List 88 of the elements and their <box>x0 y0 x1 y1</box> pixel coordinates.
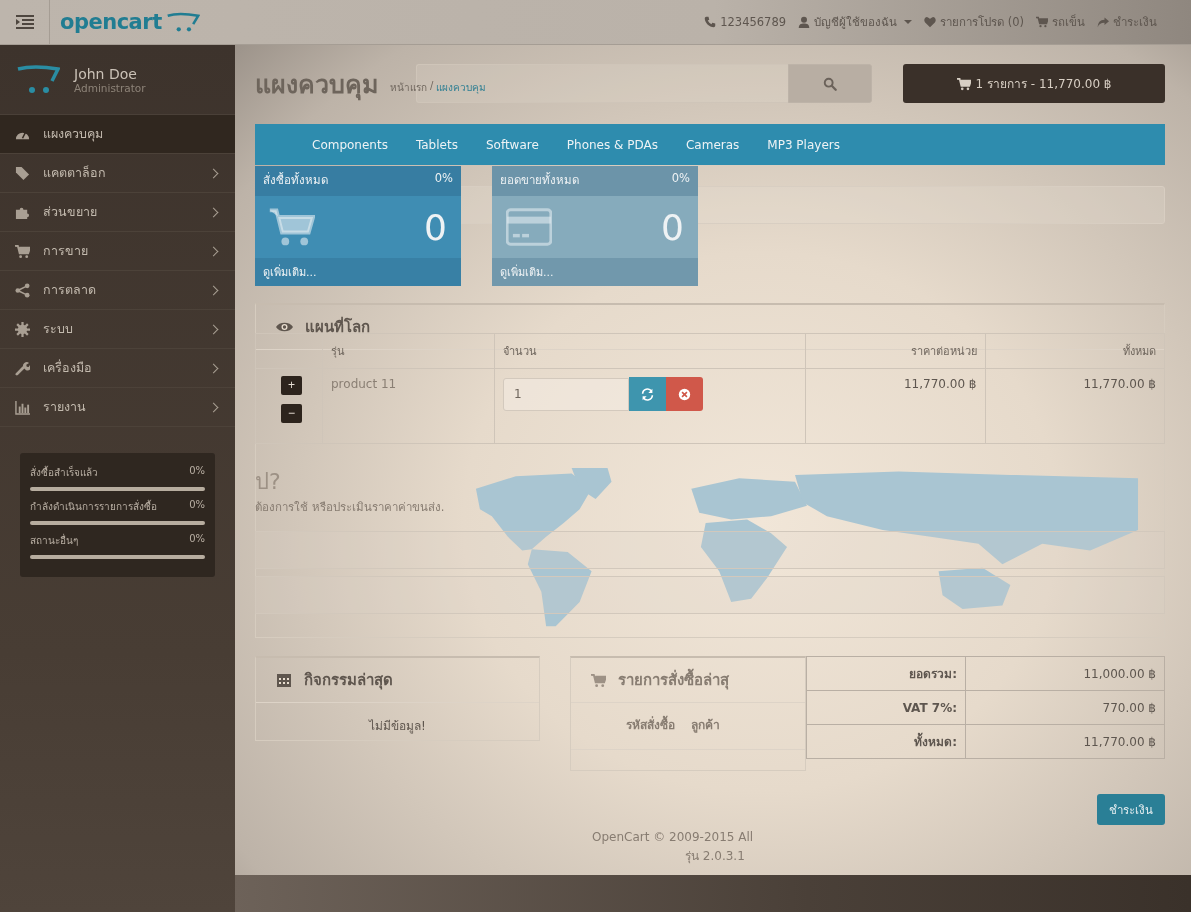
total-value: 11,000.00 ฿ <box>965 656 1165 691</box>
stat-label: สถานะอื่นๆ <box>30 533 78 548</box>
header-link[interactable]: ชำระเงิน <box>1097 13 1157 31</box>
stat-tile[interactable]: ยอดขายทั้งหมด 0% 0 ดูเพิ่มเติม... <box>492 166 698 286</box>
share-icon <box>15 282 30 298</box>
caret-icon <box>904 20 913 24</box>
search-icon <box>823 76 837 91</box>
footer-text: รุ่น 2.0.3.1 <box>685 848 745 866</box>
total-value: 770.00 ฿ <box>965 690 1165 725</box>
checkout-button[interactable]: ชำระเงิน <box>1097 794 1165 825</box>
share-arrow-icon <box>1097 16 1109 28</box>
category-link[interactable]: Tablets <box>415 137 458 152</box>
cart-icon <box>269 207 315 247</box>
total-label: ยอดรวม: <box>806 656 966 691</box>
header-link[interactable]: บัญชีผู้ใช้ของฉัน <box>798 13 913 31</box>
table-header: จำนวน <box>494 333 806 369</box>
tag-icon <box>15 165 30 181</box>
sidebar-item[interactable]: ระบบ <box>0 310 235 349</box>
header-link[interactable]: 123456789 <box>704 13 787 31</box>
table-header: ราคาต่อหน่วย <box>805 333 985 369</box>
cart-icon <box>15 243 30 259</box>
cart-button[interactable]: 1 รายการ - 11,770.00 ฿ <box>903 64 1165 103</box>
calendar-icon <box>276 672 292 688</box>
total-value: 11,770.00 ฿ <box>965 724 1165 759</box>
footer-text: OpenCart © 2009-2015 All <box>592 829 754 846</box>
column-header: รหัสสั่งซื้อ <box>626 715 675 749</box>
category-link[interactable]: Phones & PDAs <box>566 137 658 152</box>
panel-title: รายการสั่งซื้อล่าสุ <box>618 668 729 692</box>
cart-icon <box>591 672 606 688</box>
menu-icon <box>15 15 34 29</box>
table-cell: 11,770.00 ฿ <box>985 368 1165 444</box>
table-cell: product 11 <box>322 368 495 444</box>
user-role: Administrator <box>74 81 146 94</box>
page-title: แผงควบคุม <box>255 69 378 103</box>
stat-value: 0% <box>189 533 205 546</box>
table-header: รุ่น <box>322 333 495 369</box>
stat-tile[interactable]: สั่งซื้อทั้งหมด 0% 0 ดูเพิ่มเติม... <box>255 166 461 286</box>
bar-chart-icon <box>15 399 30 415</box>
user-name: John Doe <box>74 65 138 82</box>
zoom-in-button[interactable]: + <box>281 376 302 395</box>
stat-value: 0% <box>189 499 205 512</box>
sidebar-item[interactable]: แผงควบคุม <box>0 115 235 154</box>
cart-logo-icon <box>165 11 200 33</box>
breadcrumb-separator: / <box>430 79 434 93</box>
tile-percent: 0% <box>434 171 453 187</box>
view-more-link[interactable]: ดูเพิ่มเติม... <box>492 258 698 286</box>
refresh-button[interactable] <box>629 377 666 411</box>
phone-icon <box>704 16 717 28</box>
heart-icon <box>924 16 937 28</box>
total-label: ทั้งหมด: <box>806 724 966 759</box>
category-link[interactable]: Software <box>485 137 539 152</box>
remove-icon <box>678 387 691 401</box>
cart-logo-icon <box>16 64 60 95</box>
category-link[interactable]: Cameras <box>685 137 740 152</box>
quantity-field[interactable]: 1 <box>503 377 629 411</box>
view-more-link[interactable]: ดูเพิ่มเติม... <box>255 258 461 286</box>
column-header: ลูกค้า <box>691 717 720 735</box>
zoom-out-button[interactable]: − <box>281 404 302 423</box>
stat-value: 0% <box>189 465 205 478</box>
wrench-icon <box>15 360 30 376</box>
header-link[interactable]: รายการโปรด (0) <box>924 13 1024 31</box>
empty-message: ไม่มีข้อมูล! <box>367 718 427 735</box>
table-cell: 11,770.00 ฿ <box>805 368 985 444</box>
header-link[interactable]: รถเข็น <box>1036 13 1085 31</box>
credit-card-icon <box>506 208 552 246</box>
stat-label: กำลังดำเนินการรายการสั่งซื้อ <box>30 499 157 514</box>
cart-icon <box>956 76 971 91</box>
breadcrumb-link[interactable]: หน้าแรก <box>390 79 427 95</box>
logo-text[interactable]: opencart <box>60 10 162 34</box>
category-link[interactable]: MP3 Players <box>767 137 840 152</box>
breadcrumb-link[interactable]: แผงควบคุม <box>436 79 487 95</box>
remove-button[interactable] <box>666 377 703 411</box>
category-link[interactable]: Components <box>312 137 388 152</box>
total-label: VAT 7%: <box>806 690 966 725</box>
refresh-icon <box>641 387 654 401</box>
table-header: ทั้งหมด <box>985 333 1165 369</box>
tile-title: ยอดขายทั้งหมด <box>500 171 579 189</box>
shipping-text: ต้องการใช้ หรือประเมินราคาค่าขนส่ง. <box>255 500 445 514</box>
tile-value: 0 <box>424 206 447 248</box>
stat-label: สั่งซื้อสำเร็จแล้ว <box>30 465 98 480</box>
cart-icon <box>1036 16 1048 28</box>
settings-icon <box>15 321 30 337</box>
tile-percent: 0% <box>671 171 690 187</box>
tile-title: สั่งซื้อทั้งหมด <box>263 171 328 189</box>
eye-icon <box>276 321 293 333</box>
user-icon <box>798 16 811 28</box>
tile-value: 0 <box>661 206 684 248</box>
panel-title: กิจกรรมล่าสุด <box>304 670 393 692</box>
